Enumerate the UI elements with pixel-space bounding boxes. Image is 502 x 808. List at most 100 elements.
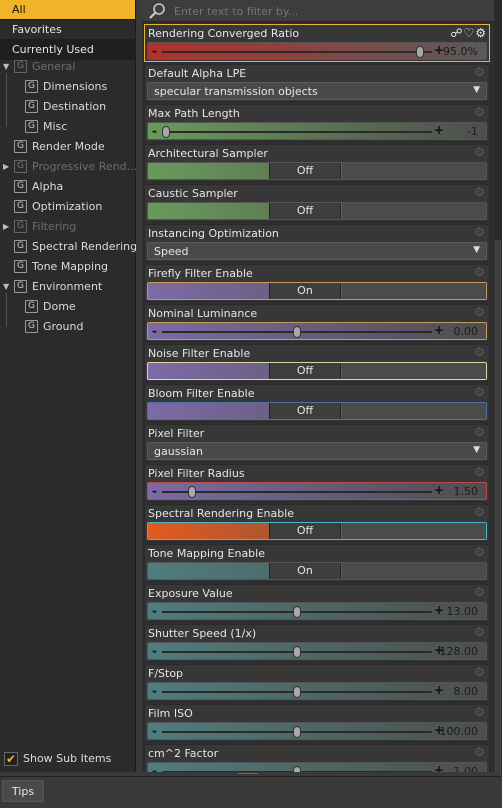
slider-handle[interactable] — [162, 126, 170, 138]
slider-value[interactable]: -1 — [467, 125, 478, 138]
gear-icon[interactable]: ⚙ — [474, 546, 486, 558]
slider-value[interactable]: 95.0% — [443, 45, 478, 58]
slider-value[interactable]: 100.00 — [440, 725, 479, 738]
increment-button[interactable]: + — [434, 603, 444, 617]
expand-arrow-right-icon[interactable]: ▶ — [3, 217, 12, 237]
toggle-button[interactable]: Off — [269, 163, 341, 179]
gear-icon[interactable]: ⚙ — [474, 746, 486, 758]
increment-button[interactable]: + — [434, 763, 444, 772]
slider-cm-2-factor[interactable]: - +1.00 — [147, 762, 487, 772]
gear-icon[interactable]: ⚙ — [474, 146, 486, 158]
gear-icon[interactable]: ⚙ — [474, 346, 486, 358]
gear-icon[interactable]: ⚙ — [474, 106, 486, 118]
expand-arrow-right-icon[interactable]: ▶ — [3, 157, 12, 177]
sidebar-item-dimensions[interactable]: G Dimensions — [0, 77, 136, 97]
decrement-button[interactable]: - — [152, 684, 157, 698]
toggle-tone-mapping-enable[interactable]: On — [147, 562, 487, 580]
slider-handle[interactable] — [293, 726, 301, 738]
sidebar-item-spectral-rendering[interactable]: G Spectral Rendering — [0, 237, 136, 257]
sidebar-item-destination[interactable]: G Destination — [0, 97, 136, 117]
sidebar-item-alpha[interactable]: G Alpha — [0, 177, 136, 197]
gear-icon[interactable]: ⚙ — [474, 506, 486, 518]
decrement-button[interactable]: - — [152, 644, 157, 658]
slider-track[interactable] — [162, 131, 432, 133]
decrement-button[interactable]: - — [152, 124, 157, 138]
toggle-firefly-filter-enable[interactable]: On — [147, 282, 487, 300]
slider-value[interactable]: 1.00 — [454, 765, 479, 772]
expand-arrow-down-icon[interactable]: ▼ — [3, 57, 12, 77]
slider-value[interactable]: 8.00 — [454, 685, 479, 698]
slider-track[interactable] — [162, 51, 432, 53]
slider-exposure-value[interactable]: - +13.00 — [147, 602, 487, 620]
toggle-button[interactable]: Off — [269, 203, 341, 219]
decrement-button[interactable]: - — [152, 724, 157, 738]
gear-icon[interactable]: ⚙ — [474, 426, 486, 438]
toggle-noise-filter-enable[interactable]: Off — [147, 362, 487, 380]
gear-icon[interactable]: ⚙ — [474, 186, 486, 198]
gear-icon[interactable]: ⚙ — [474, 226, 486, 238]
toggle-architectural-sampler[interactable]: Off — [147, 162, 487, 180]
gear-icon[interactable]: ⚙ — [474, 626, 486, 638]
nav-all[interactable]: All — [0, 0, 135, 20]
gear-icon[interactable]: ⚙ — [474, 66, 486, 78]
slider-nominal-luminance[interactable]: - +0.00 — [147, 322, 487, 340]
gear-icon[interactable]: ⚙ — [474, 666, 486, 678]
property-header-icons[interactable]: ☍♡⚙ — [450, 26, 487, 40]
increment-button[interactable]: + — [434, 123, 444, 137]
decrement-button[interactable]: - — [152, 324, 157, 338]
decrement-button[interactable]: - — [152, 764, 157, 772]
toggle-button[interactable]: Off — [269, 403, 341, 419]
decrement-button[interactable]: - — [152, 484, 157, 498]
slider-pixel-filter-radius[interactable]: - +1.50 — [147, 482, 487, 500]
slider-handle[interactable] — [293, 766, 301, 772]
toggle-caustic-sampler[interactable]: Off — [147, 202, 487, 220]
slider-track[interactable] — [162, 491, 432, 493]
slider-value[interactable]: 13.00 — [447, 605, 479, 618]
sidebar-item-misc[interactable]: G Misc — [0, 117, 136, 137]
dropdown-default-alpha-lpe[interactable]: specular transmission objects ▼ — [147, 82, 487, 100]
slider-handle[interactable] — [293, 326, 301, 338]
sidebar-item-optimization[interactable]: G Optimization — [0, 197, 136, 217]
sidebar-item-filtering[interactable]: ▶ G Filtering — [0, 217, 136, 237]
gear-icon[interactable]: ⚙ — [474, 266, 486, 278]
nav-favorites[interactable]: Favorites — [0, 20, 135, 40]
sidebar-item-tone-mapping[interactable]: G Tone Mapping — [0, 257, 136, 277]
slider-shutter-speed-1-x[interactable]: - +128.00 — [147, 642, 487, 660]
slider-rendering-converged-ratio[interactable]: - +95.0% — [147, 42, 487, 60]
toggle-button[interactable]: On — [269, 283, 341, 299]
slider-handle[interactable] — [293, 686, 301, 698]
slider-value[interactable]: 0.00 — [454, 325, 479, 338]
show-sub-items-checkbox[interactable]: ✔ — [4, 752, 18, 766]
sidebar-item-general[interactable]: ▼ G General — [0, 57, 136, 77]
sidebar-item-dome[interactable]: G Dome — [0, 297, 136, 317]
expand-arrow-down-icon[interactable]: ▼ — [3, 277, 12, 297]
scrollbar-thumb[interactable] — [495, 240, 501, 772]
slider-handle[interactable] — [293, 646, 301, 658]
toggle-spectral-rendering-enable[interactable]: Off — [147, 522, 487, 540]
slider-handle[interactable] — [188, 486, 196, 498]
dropdown-instancing-optimization[interactable]: Speed ▼ — [147, 242, 487, 260]
increment-button[interactable]: + — [434, 483, 444, 497]
sidebar-item-environment[interactable]: ▼ G Environment — [0, 277, 136, 297]
slider-handle[interactable] — [416, 46, 424, 58]
toggle-button[interactable]: Off — [269, 523, 341, 539]
search-icon[interactable] — [148, 2, 168, 20]
tab-tips[interactable]: Tips — [2, 780, 44, 802]
toggle-button[interactable]: Off — [269, 363, 341, 379]
toggle-bloom-filter-enable[interactable]: Off — [147, 402, 487, 420]
gear-icon[interactable]: ⚙ — [474, 386, 486, 398]
gear-icon[interactable]: ⚙ — [474, 466, 486, 478]
slider-value[interactable]: 1.50 — [454, 485, 479, 498]
gear-icon[interactable]: ⚙ — [474, 706, 486, 718]
resize-grip[interactable] — [238, 770, 258, 774]
sidebar-item-progressive-rend[interactable]: ▶ G Progressive Rend... — [0, 157, 136, 177]
sidebar-item-ground[interactable]: G Ground — [0, 317, 136, 337]
dropdown-pixel-filter[interactable]: gaussian ▼ — [147, 442, 487, 460]
toggle-button[interactable]: On — [269, 563, 341, 579]
slider-max-path-length[interactable]: - + -1 — [147, 122, 487, 140]
sidebar-item-render-mode[interactable]: G Render Mode — [0, 137, 136, 157]
gear-icon[interactable]: ⚙ — [474, 586, 486, 598]
decrement-button[interactable]: - — [152, 44, 157, 58]
gear-icon[interactable]: ⚙ — [474, 306, 486, 318]
increment-button[interactable]: + — [434, 323, 444, 337]
